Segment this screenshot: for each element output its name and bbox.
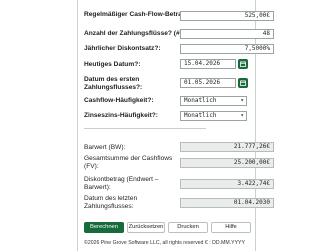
frequency-select-value: Monatlich [184, 97, 217, 104]
last-date-output: 01.04.2030 [180, 198, 274, 208]
last-date-label: Datum des letzten Zahlungsflusses: [84, 195, 138, 210]
calendar-icon [240, 61, 246, 67]
reset-button[interactable]: Zurücksetzen [127, 222, 165, 233]
present-value-label: Barwert (BW): [84, 144, 126, 151]
compounding-select-value: Monatlich [184, 112, 217, 119]
rate-label: Jährlicher Diskontsatz?: [84, 45, 161, 52]
chevron-down-icon: ▾ [240, 97, 244, 104]
cashflow-label: Regelmäßiger Cash-Flow-Betrag?: [84, 11, 193, 18]
compounding-label: Zinseszins-Häufigkeit?: [84, 112, 159, 119]
help-button[interactable]: Hilfe [211, 222, 251, 233]
payments-count-input[interactable]: 48 [180, 29, 274, 39]
calculate-button[interactable]: Berechnen [84, 222, 124, 233]
first-date-input[interactable]: 01.05.2026 [180, 78, 236, 88]
section-divider [84, 128, 206, 129]
frequency-select[interactable]: Monatlich ▾ [180, 96, 247, 106]
compounding-select[interactable]: Monatlich ▾ [180, 111, 247, 121]
frequency-label: Cashflow-Häufigkeit?: [84, 97, 154, 104]
total-cashflows-output: 25.200,00€ [180, 158, 274, 168]
footer-text: ©2026 Pine Grove Software LLC, all right… [84, 240, 245, 246]
present-value-output: 21.777,26€ [180, 142, 274, 152]
cashflow-amount-input[interactable]: 525,00€ [180, 11, 274, 21]
today-calendar-button[interactable] [238, 59, 248, 69]
today-date-input[interactable]: 15.04.2026 [180, 59, 236, 69]
payments-label: Anzahl der Zahlungsflüsse? (#): [84, 30, 185, 37]
chevron-down-icon: ▾ [240, 112, 244, 119]
discount-amount-output: 3.422,74€ [180, 179, 274, 189]
first-date-calendar-button[interactable] [238, 78, 248, 88]
first-date-label: Datum des ersten Zahlungsflusses?: [84, 76, 143, 91]
today-label: Heutiges Datum?: [84, 61, 141, 68]
calendar-icon [240, 80, 246, 86]
print-button[interactable]: Drucken [168, 222, 208, 233]
total-cashflows-label: Gesamtsumme der Cashflows (FV): [84, 155, 173, 170]
discount-amount-label: Diskontbetrag (Endwert – Barwert): [84, 176, 159, 191]
discount-rate-input[interactable]: 7,5000% [180, 44, 274, 54]
